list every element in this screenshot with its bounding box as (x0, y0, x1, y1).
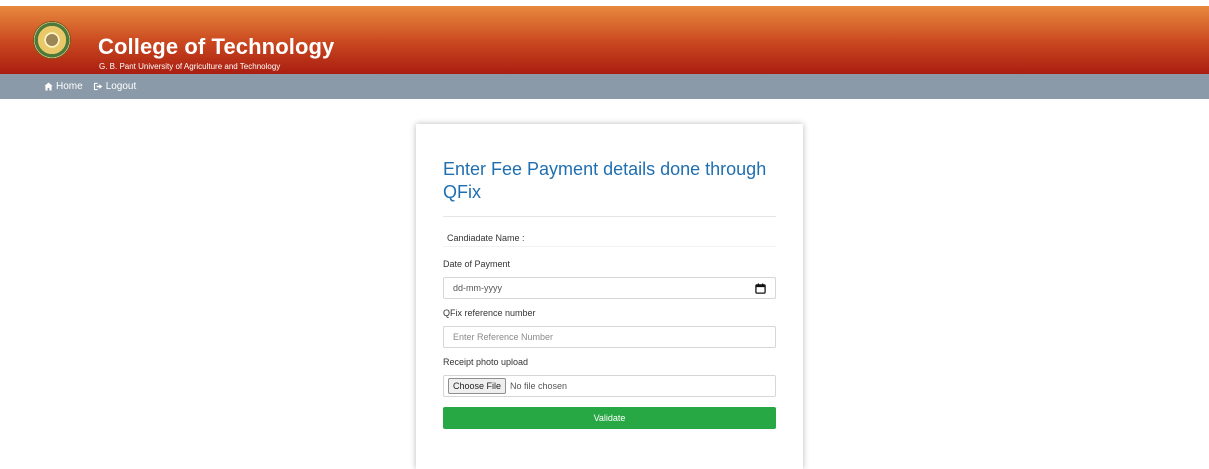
site-header: College of Technology G. B. Pant Univers… (0, 6, 1209, 74)
calendar-icon[interactable] (755, 283, 766, 294)
receipt-file-input[interactable]: Choose File No file chosen (443, 375, 776, 397)
site-subtitle: G. B. Pant University of Agriculture and… (99, 62, 281, 71)
form-title: Enter Fee Payment details done through Q… (443, 159, 767, 202)
receipt-upload-label: Receipt photo upload (443, 357, 529, 367)
date-of-payment-label: Date of Payment (443, 259, 511, 269)
qfix-reference-input[interactable]: Enter Reference Number (443, 326, 776, 348)
navbar: Home Logout (0, 74, 1209, 99)
date-of-payment-input[interactable]: dd-mm-yyyy (443, 277, 776, 299)
reference-placeholder: Enter Reference Number (453, 332, 554, 342)
fee-payment-form-card: Enter Fee Payment details done through Q… (416, 124, 803, 469)
logo-emblem (46, 34, 58, 46)
qfix-reference-label: QFix reference number (443, 308, 536, 318)
nav-logout-label: Logout (105, 81, 137, 92)
candidate-name-label: Candiadate Name : (447, 233, 525, 243)
nav-home-link[interactable]: Home (44, 81, 83, 92)
university-logo-icon (33, 21, 71, 59)
logout-icon (93, 82, 103, 91)
home-icon (44, 82, 53, 91)
nav-logout-link[interactable]: Logout (93, 81, 137, 92)
no-file-chosen-text: No file chosen (510, 381, 568, 391)
nav-home-label: Home (56, 81, 83, 92)
choose-file-button[interactable]: Choose File (448, 378, 507, 394)
date-placeholder: dd-mm-yyyy (453, 283, 502, 293)
validate-button[interactable]: Validate (443, 407, 776, 429)
candidate-name-row: Candiadate Name : (443, 217, 776, 247)
site-title: College of Technology (98, 34, 335, 59)
